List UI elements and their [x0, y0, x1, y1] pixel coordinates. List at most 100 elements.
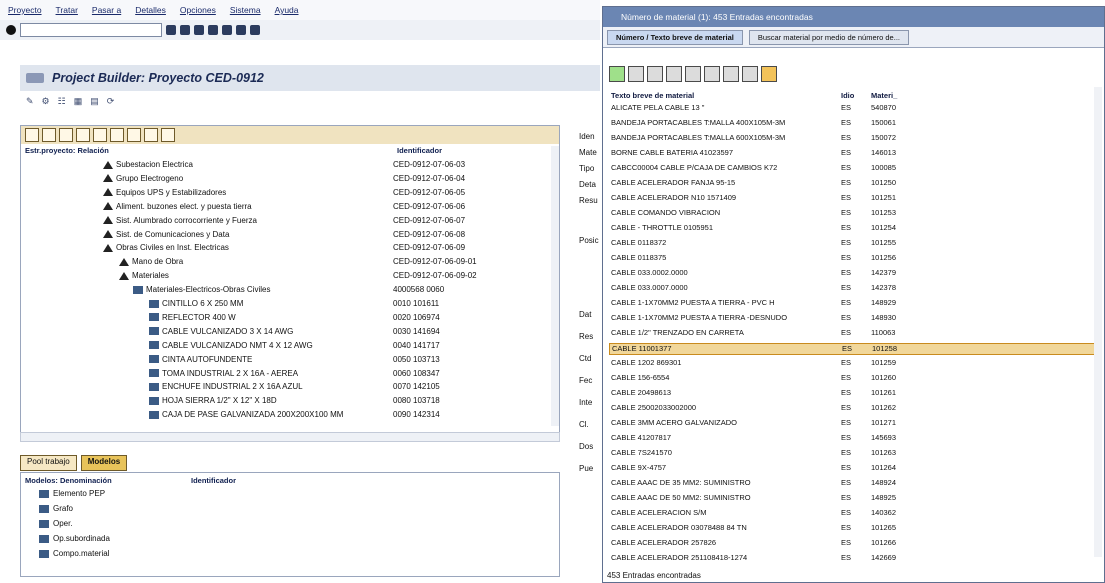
exit-icon[interactable]: [194, 25, 204, 35]
copy-icon[interactable]: [76, 128, 90, 142]
column-material-description[interactable]: Texto breve de material: [611, 91, 694, 100]
material-row[interactable]: CABLE AAAC DE 35 MM2: SUMINISTRO ES 148924: [609, 478, 1099, 490]
tree-node[interactable]: Mano de Obra: [119, 257, 183, 266]
tree-row[interactable]: CABLE VULCANIZADO 3 X 14 AWG 0030 141694: [21, 327, 559, 340]
tree-node[interactable]: REFLECTOR 400 W: [149, 313, 236, 322]
cancel-icon[interactable]: [208, 25, 218, 35]
tree-column-id[interactable]: Identificador: [397, 146, 442, 158]
refresh-icon[interactable]: ⟳: [107, 96, 115, 107]
new-icon[interactable]: [42, 128, 56, 142]
template-item[interactable]: Compo.material: [39, 549, 109, 558]
material-row[interactable]: CABLE 1-1X70MM2 PUESTA A TIERRA -DESNUDO…: [609, 313, 1099, 325]
tree-node[interactable]: Aliment. buzones elect. y puesta tierra: [103, 202, 252, 211]
column-language[interactable]: Idio: [841, 91, 854, 100]
paste-icon[interactable]: [93, 128, 107, 142]
tab-modelos[interactable]: Modelos: [80, 455, 128, 471]
material-row[interactable]: CABLE ACELERADOR 257826 ES 101266: [609, 538, 1099, 550]
material-row[interactable]: CABLE 7S241570 ES 101263: [609, 448, 1099, 460]
tree-row[interactable]: Subestacion Electrica CED-0912-07-06-03: [21, 160, 559, 173]
tree-node[interactable]: Equipos UPS y Estabilizadores: [103, 188, 226, 197]
tree-node[interactable]: Sist. de Comunicaciones y Data: [103, 230, 229, 239]
tree-row[interactable]: CINTILLO 6 X 250 MM 0010 101611: [21, 299, 559, 312]
tree-row[interactable]: REFLECTOR 400 W 0020 106974: [21, 313, 559, 326]
tree-row[interactable]: Grupo Electrogeno CED-0912-07-06-04: [21, 174, 559, 187]
tree-row[interactable]: TOMA INDUSTRIAL 2 X 16A - AEREA 0060 1083…: [21, 369, 559, 382]
tree-row[interactable]: HOJA SIERRA 1/2" X 12" X 18D 0080 103718: [21, 396, 559, 409]
material-row[interactable]: CABLE 41207817 ES 145693: [609, 433, 1099, 445]
tree-row[interactable]: Mano de Obra CED-0912-07-06-09-01: [21, 257, 559, 270]
column-material[interactable]: Materi_: [871, 91, 897, 100]
print-icon[interactable]: [723, 66, 739, 82]
template-item[interactable]: Elemento PEP: [39, 489, 105, 498]
tree-row[interactable]: CABLE VULCANIZADO NMT 4 X 12 AWG 0040 141…: [21, 341, 559, 354]
tree-row[interactable]: ENCHUFE INDUSTRIAL 2 X 16A AZUL 0070 1421…: [21, 382, 559, 395]
tree-node[interactable]: CINTA AUTOFUNDENTE: [149, 355, 252, 364]
tree-row[interactable]: Materiales CED-0912-07-06-09-02: [21, 271, 559, 284]
tree-column-name[interactable]: Estr.proyecto: Relación: [25, 146, 109, 158]
tree-row[interactable]: Aliment. buzones elect. y puesta tierra C…: [21, 202, 559, 215]
tree-vertical-scrollbar[interactable]: [551, 146, 559, 426]
grid-icon[interactable]: ▤: [90, 96, 99, 107]
material-row[interactable]: CABLE 033.0002.0000 ES 142379: [609, 268, 1099, 280]
material-row[interactable]: BANDEJA PORTACABLES T:MALLA 600X105M-3M E…: [609, 133, 1099, 145]
material-row[interactable]: CABLE - THROTTLE 0105951 ES 101254: [609, 223, 1099, 235]
menu-item-0[interactable]: Proyecto: [8, 5, 42, 15]
material-row[interactable]: CABLE 25002033002000 ES 101262: [609, 403, 1099, 415]
material-row[interactable]: CABLE 1-1X70MM2 PUESTA A TIERRA - PVC H E…: [609, 298, 1099, 310]
menu-item-6[interactable]: Ayuda: [275, 5, 299, 15]
export-icon[interactable]: [742, 66, 758, 82]
tree-node[interactable]: Subestacion Electrica: [103, 160, 193, 169]
cut-icon[interactable]: [59, 128, 73, 142]
material-row[interactable]: CABLE 11001377 ES 101258: [609, 343, 1099, 355]
accept-icon[interactable]: [609, 66, 625, 82]
tab-numero-texto[interactable]: Número / Texto breve de material: [607, 29, 743, 45]
help-icon[interactable]: [250, 25, 260, 35]
material-row[interactable]: CABLE 3MM ACERO GALVANIZADO ES 101271: [609, 418, 1099, 430]
sort-asc-icon[interactable]: [647, 66, 663, 82]
list-icon[interactable]: [628, 66, 644, 82]
open-icon[interactable]: [25, 128, 39, 142]
material-row[interactable]: CABLE ACELERADOR N10 1571409 ES 101251: [609, 193, 1099, 205]
save-icon[interactable]: [180, 25, 190, 35]
template-item[interactable]: Grafo: [39, 504, 73, 513]
material-row[interactable]: CABLE ACELERADOR 03078488 84 TN ES 101265: [609, 523, 1099, 535]
menu-item-4[interactable]: Opciones: [180, 5, 216, 15]
tree-node[interactable]: ENCHUFE INDUSTRIAL 2 X 16A AZUL: [149, 382, 303, 391]
material-row[interactable]: BORNE CABLE BATERIA 41023597 ES 146013: [609, 148, 1099, 160]
tree-row[interactable]: CAJA DE PASE GALVANIZADA 200X200X100 MM 0…: [21, 410, 559, 423]
tree-node[interactable]: TOMA INDUSTRIAL 2 X 16A - AEREA: [149, 369, 298, 378]
tree-row[interactable]: Obras Civiles en Inst. Electricas CED-091…: [21, 243, 559, 256]
menu-item-3[interactable]: Detalles: [135, 5, 166, 15]
tree-node[interactable]: CINTILLO 6 X 250 MM: [149, 299, 243, 308]
enter-icon[interactable]: [6, 25, 16, 35]
material-row[interactable]: CABLE 156-6554 ES 101260: [609, 373, 1099, 385]
tab-buscar-material[interactable]: Buscar material por medio de número de..…: [748, 29, 909, 45]
collapse-icon[interactable]: [144, 128, 158, 142]
tree-row[interactable]: Materiales-Electricos-Obras Civiles 40005…: [21, 285, 559, 298]
material-row[interactable]: CABLE 1202 869301 ES 101259: [609, 358, 1099, 370]
tree-horizontal-scrollbar[interactable]: [20, 432, 560, 442]
tab-pool-trabajo[interactable]: Pool trabajo: [20, 455, 77, 471]
material-row[interactable]: CABLE 0118372 ES 101255: [609, 238, 1099, 250]
material-row[interactable]: CABLE AAAC DE 50 MM2: SUMINISTRO ES 148925: [609, 493, 1099, 505]
tree-node[interactable]: CABLE VULCANIZADO 3 X 14 AWG: [149, 327, 293, 336]
sort-desc-icon[interactable]: [666, 66, 682, 82]
print-icon[interactable]: [222, 25, 232, 35]
material-row[interactable]: CABLE ACELERADOR 251108418-1274 ES 142669: [609, 553, 1099, 565]
template-item[interactable]: Op.subordinada: [39, 534, 110, 543]
material-row[interactable]: CABLE COMANDO VIBRACION ES 101253: [609, 208, 1099, 220]
tree-node[interactable]: CABLE VULCANIZADO NMT 4 X 12 AWG: [149, 341, 313, 350]
tree-row[interactable]: Sist. de Comunicaciones y Data CED-0912-0…: [21, 230, 559, 243]
material-row[interactable]: CABCC00004 CABLE P/CAJA DE CAMBIOS K72 ES…: [609, 163, 1099, 175]
delete-icon[interactable]: [110, 128, 124, 142]
material-row[interactable]: CABLE 20498613 ES 101261: [609, 388, 1099, 400]
tree-node[interactable]: HOJA SIERRA 1/2" X 12" X 18D: [149, 396, 277, 405]
material-row[interactable]: CABLE 9X-4757 ES 101264: [609, 463, 1099, 475]
material-row[interactable]: CABLE 1/2" TRENZADO EN CARRETA ES 110063: [609, 328, 1099, 340]
filter-icon[interactable]: [704, 66, 720, 82]
template-item[interactable]: Oper.: [39, 519, 73, 528]
find-icon[interactable]: [236, 25, 246, 35]
favorites-icon[interactable]: [761, 66, 777, 82]
tree-node[interactable]: CAJA DE PASE GALVANIZADA 200X200X100 MM: [149, 410, 343, 419]
expand-icon[interactable]: [127, 128, 141, 142]
